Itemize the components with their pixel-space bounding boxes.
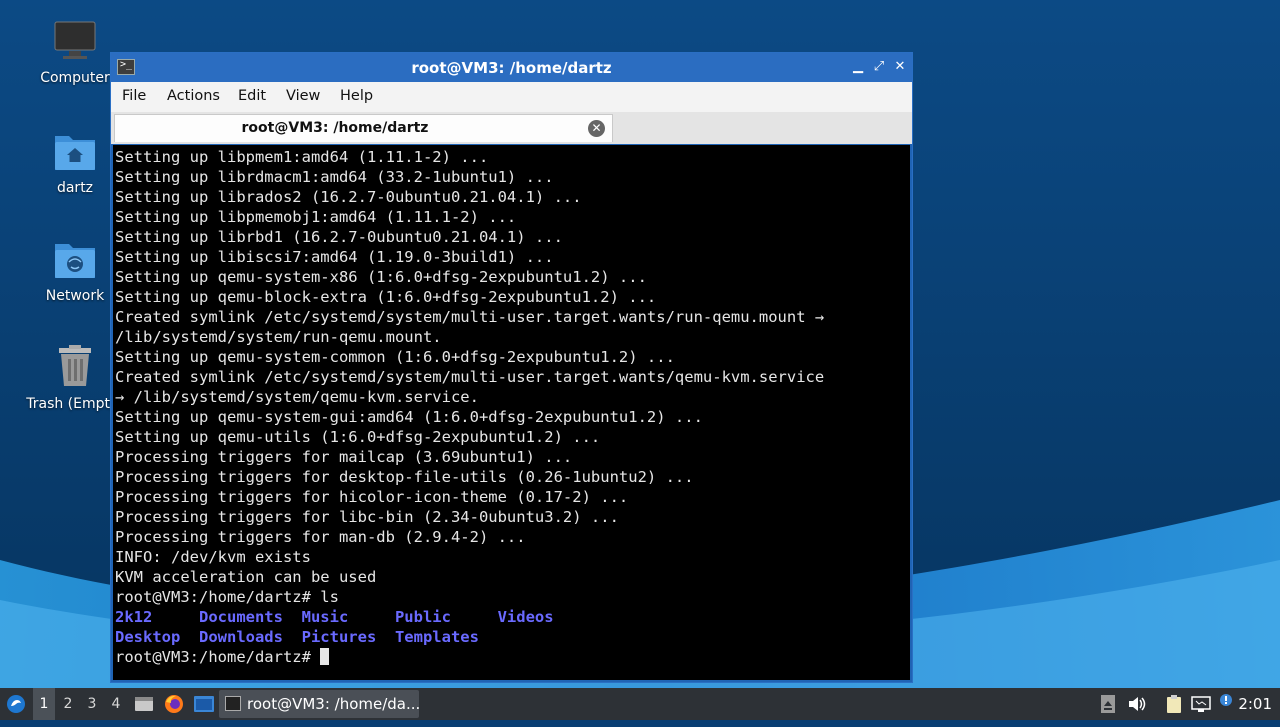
text-cursor — [320, 648, 330, 665]
tab-bar: root@VM3: /home/dartz ✕ — [111, 112, 912, 144]
taskbar-window-label: root@VM3: /home/da... — [247, 695, 421, 713]
update-notifier-tray[interactable] — [1216, 688, 1236, 720]
tab-close-icon[interactable]: ✕ — [588, 120, 605, 137]
network-tray[interactable] — [1190, 688, 1212, 720]
taskbar-clock[interactable]: 2:01 — [1238, 688, 1272, 720]
menu-edit[interactable]: Edit — [238, 88, 266, 104]
removable-media-tray[interactable] — [1098, 688, 1118, 720]
tab-terminal[interactable]: root@VM3: /home/dartz ✕ — [114, 114, 613, 142]
minimize-button[interactable]: ▁ — [849, 58, 867, 76]
terminal-line: Processing triggers for hicolor-icon-the… — [115, 488, 629, 506]
terminal-window[interactable]: >_ root@VM3: /home/dartz ▁ ⤢ ✕ File Acti… — [110, 52, 913, 683]
workspace-4[interactable]: 4 — [105, 688, 127, 720]
terminal-line: Setting up qemu-system-gui:amd64 (1:6.0+… — [115, 408, 703, 426]
terminal-line: Setting up qemu-block-extra (1:6.0+dfsg-… — [115, 288, 657, 306]
terminal-line: Processing triggers for man-db (2.9.4-2)… — [115, 528, 526, 546]
trash-icon — [51, 344, 99, 392]
menu-icon — [7, 695, 25, 713]
terminal-line: Setting up librados2 (16.2.7-0ubuntu0.21… — [115, 188, 582, 206]
workspace-3[interactable]: 3 — [81, 688, 103, 720]
firefox-icon — [165, 695, 183, 713]
home-folder-icon — [51, 128, 99, 176]
computer-icon — [51, 18, 99, 66]
terminal-line: → /lib/systemd/system/qemu-kvm.service. — [115, 388, 479, 406]
terminal-line: Processing triggers for mailcap (3.69ubu… — [115, 448, 573, 466]
menu-help[interactable]: Help — [340, 88, 373, 104]
network-folder-icon — [51, 236, 99, 284]
terminal-line: Setting up libpmem1:amd64 (1.11.1-2) ... — [115, 148, 489, 166]
terminal-line: INFO: /dev/kvm exists — [115, 548, 311, 566]
prompt-line: root@VM3:/home/dartz# — [115, 647, 824, 667]
clipboard-icon — [1167, 695, 1181, 713]
menu-view[interactable]: View — [286, 88, 320, 104]
file-manager-icon — [135, 697, 153, 711]
tab-label: root@VM3: /home/dartz — [241, 120, 429, 136]
volume-icon — [1129, 697, 1146, 711]
terminal-line: Setting up librbd1 (16.2.7-0ubuntu0.21.0… — [115, 228, 563, 246]
clipboard-tray[interactable] — [1163, 688, 1185, 720]
terminal-launcher-icon — [194, 696, 214, 712]
menu-actions[interactable]: Actions — [167, 88, 220, 104]
workspace-2[interactable]: 2 — [57, 688, 79, 720]
ls-output-row: Desktop Downloads Pictures Templates — [115, 628, 479, 646]
terminal-output[interactable]: Setting up libpmem1:amd64 (1.11.1-2) ...… — [113, 145, 910, 680]
file-manager-launcher[interactable] — [133, 688, 155, 720]
terminal-line: Setting up qemu-system-common (1:6.0+dfs… — [115, 348, 675, 366]
update-notifier-icon — [1220, 694, 1232, 706]
terminal-line: Created symlink /etc/systemd/system/mult… — [115, 368, 825, 386]
window-title: root@VM3: /home/dartz — [411, 59, 612, 77]
network-tray-icon — [1191, 696, 1211, 712]
menu-bar: File Actions Edit View Help — [111, 82, 912, 113]
taskbar: 1 2 3 4 root@VM3: /home/da... 2:01 — [0, 688, 1280, 720]
terminal-line: root@VM3:/home/dartz# ls — [115, 588, 339, 606]
terminal-line: Setting up librdmacm1:amd64 (33.2-1ubunt… — [115, 168, 554, 186]
desktop-launcher[interactable] — [192, 688, 216, 720]
terminal-line: Setting up libiscsi7:amd64 (1.19.0-3buil… — [115, 248, 554, 266]
terminal-line: Setting up libpmemobj1:amd64 (1.11.1-2) … — [115, 208, 517, 226]
terminal-lines: Setting up libpmem1:amd64 (1.11.1-2) ...… — [115, 147, 824, 667]
volume-tray[interactable] — [1126, 688, 1148, 720]
shell-prompt: root@VM3:/home/dartz# — [115, 648, 321, 666]
maximize-button[interactable]: ⤢ — [870, 58, 888, 76]
ls-output-row: 2k12 Documents Music Public Videos — [115, 608, 554, 626]
terminal-line: Setting up qemu-system-x86 (1:6.0+dfsg-2… — [115, 268, 647, 286]
removable-media-icon — [1101, 695, 1115, 713]
terminal-line: Setting up qemu-utils (1:6.0+dfsg-2expub… — [115, 428, 601, 446]
firefox-launcher[interactable] — [162, 688, 186, 720]
workspace-1[interactable]: 1 — [33, 688, 55, 720]
close-button[interactable]: ✕ — [891, 58, 909, 76]
window-titlebar[interactable]: >_ root@VM3: /home/dartz ▁ ⤢ ✕ — [111, 53, 912, 82]
terminal-task-icon — [225, 696, 241, 711]
terminal-line: Created symlink /etc/systemd/system/mult… — [115, 308, 825, 326]
start-menu-button[interactable] — [4, 688, 28, 720]
terminal-line: Processing triggers for desktop-file-uti… — [115, 468, 694, 486]
taskbar-window-button[interactable]: root@VM3: /home/da... — [219, 690, 421, 718]
menu-file[interactable]: File — [122, 88, 146, 104]
terminal-line: KVM acceleration can be used — [115, 568, 377, 586]
terminal-line: /lib/systemd/system/run-qemu.mount. — [115, 328, 442, 346]
terminal-line: Processing triggers for libc-bin (2.34-0… — [115, 508, 619, 526]
